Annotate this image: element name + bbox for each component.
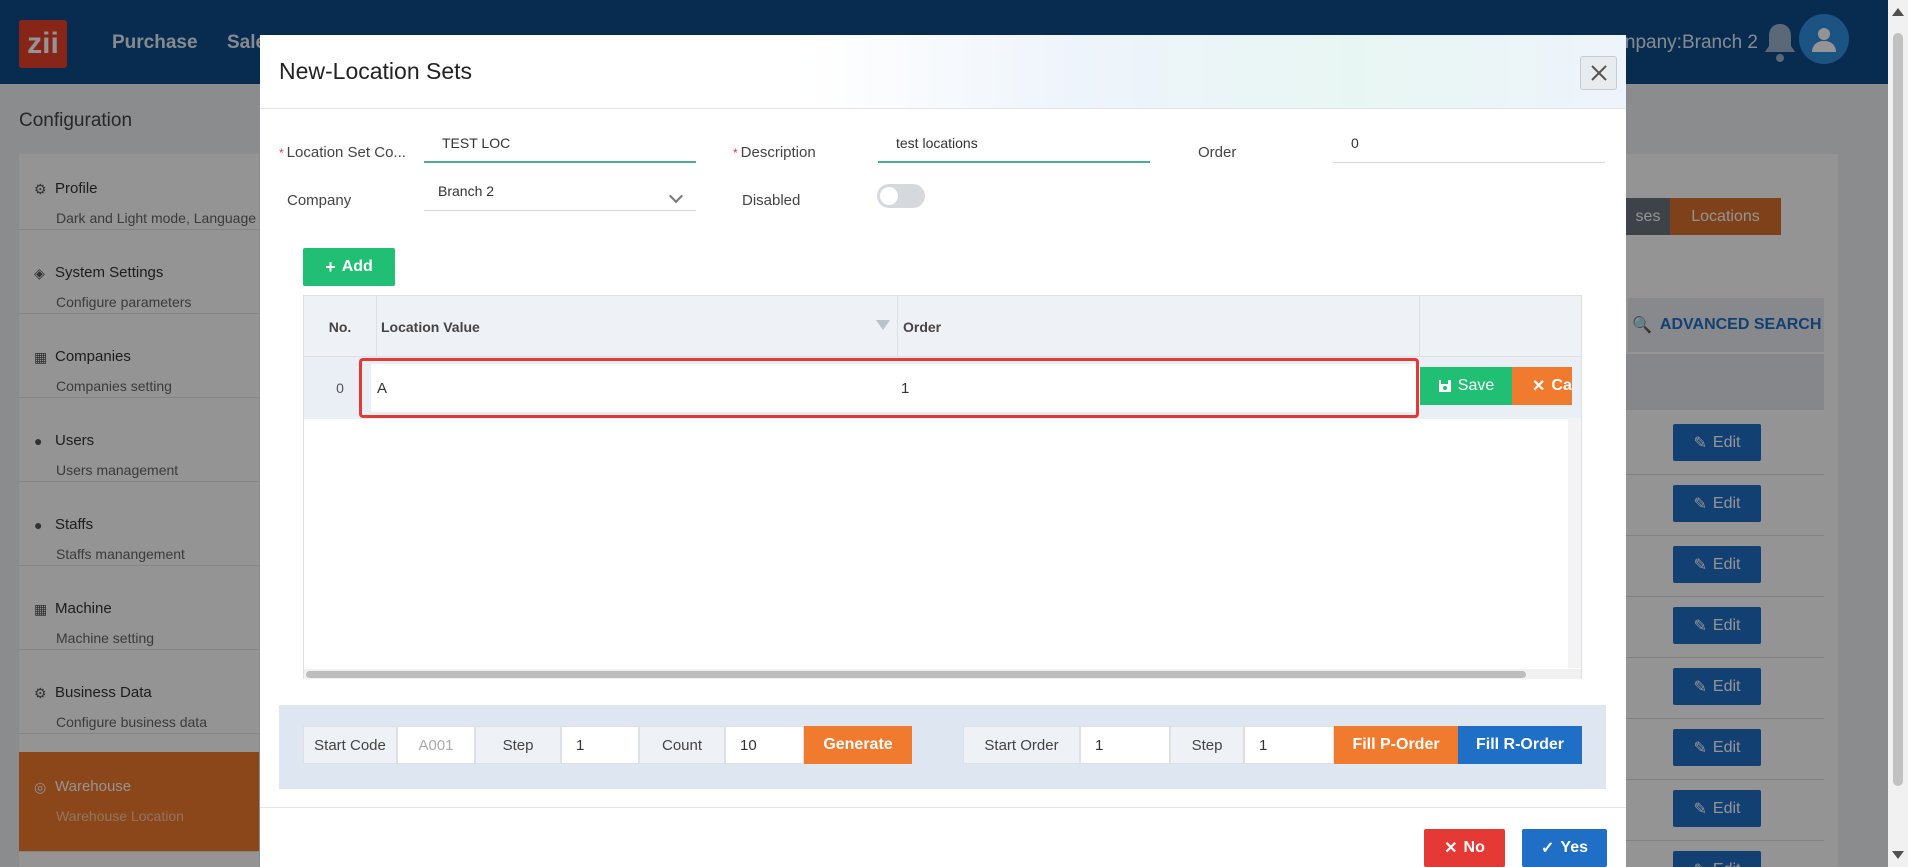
yes-label: Yes <box>1560 839 1588 856</box>
start-code-input[interactable]: A001 <box>397 726 475 764</box>
column-divider <box>376 296 377 357</box>
no-label: No <box>1463 839 1485 856</box>
start-order-label: Start Order <box>963 726 1080 764</box>
toggle-knob <box>880 187 898 205</box>
scroll-down-icon[interactable] <box>1892 851 1904 859</box>
plus-icon: + <box>325 256 336 277</box>
start-order-input[interactable]: 1 <box>1080 726 1170 764</box>
column-divider <box>897 296 898 357</box>
location-set-code-label: * Location Set Co... <box>279 144 406 161</box>
cancel-label: Ca <box>1551 377 1572 394</box>
close-icon: ✕ <box>1532 378 1546 395</box>
scrollbar-thumb[interactable] <box>306 671 1526 678</box>
new-location-sets-dialog: New-Location Sets * Location Set Co... TE… <box>260 35 1626 867</box>
description-input[interactable]: test locations <box>878 133 1150 163</box>
cancel-button[interactable]: ✕ Ca <box>1512 367 1572 405</box>
column-divider <box>1419 296 1420 357</box>
disabled-toggle[interactable] <box>877 184 925 208</box>
location-set-code-input[interactable]: TEST LOC <box>424 133 696 163</box>
company-label: Company <box>287 192 352 209</box>
generator-bar: Start Code A001 Step 1 Count 10 Generate… <box>279 705 1606 789</box>
column-header-order[interactable]: Order <box>903 296 941 357</box>
save-button[interactable]: Save <box>1420 367 1512 405</box>
disabled-label: Disabled <box>742 192 801 209</box>
close-icon: ✕ <box>1444 840 1458 857</box>
grid-vertical-scrollbar[interactable] <box>1568 418 1581 668</box>
dialog-footer-divider <box>260 807 1626 808</box>
location-values-grid: No. Location Value Order 0 A 1 Save ✕ Ca <box>303 295 1582 679</box>
step-order-input[interactable]: 1 <box>1244 726 1334 764</box>
step-label: Step <box>475 726 561 764</box>
page-scrollbar[interactable] <box>1888 0 1908 867</box>
fill-p-order-button[interactable]: Fill P-Order <box>1334 726 1458 764</box>
close-button[interactable] <box>1580 56 1617 90</box>
company-select[interactable]: Branch 2 <box>424 181 696 211</box>
column-header-no[interactable]: No. <box>304 296 376 357</box>
grid-horizontal-scrollbar[interactable] <box>304 669 1581 679</box>
generate-button[interactable]: Generate <box>804 726 912 764</box>
filter-icon[interactable] <box>876 320 890 330</box>
step-input[interactable]: 1 <box>561 726 639 764</box>
column-header-location-value[interactable]: Location Value <box>381 296 480 357</box>
grid-header: No. Location Value Order <box>304 296 1581 357</box>
dialog-header: New-Location Sets <box>260 35 1626 109</box>
save-label: Save <box>1457 377 1495 394</box>
add-button[interactable]: + Add <box>303 248 395 286</box>
fill-r-order-button[interactable]: Fill R-Order <box>1458 726 1582 764</box>
description-label: * Description <box>733 144 816 161</box>
close-icon <box>1590 65 1607 81</box>
save-icon <box>1438 380 1451 392</box>
scroll-up-icon[interactable] <box>1892 8 1904 16</box>
count-input[interactable]: 10 <box>725 726 804 764</box>
scrollbar-thumb[interactable] <box>1893 33 1903 786</box>
check-icon: ✓ <box>1541 840 1555 857</box>
start-code-label: Start Code <box>303 726 397 764</box>
no-button[interactable]: ✕ No <box>1424 829 1505 867</box>
yes-button[interactable]: ✓ Yes <box>1522 829 1607 867</box>
step-order-label: Step <box>1170 726 1244 764</box>
count-label: Count <box>639 726 725 764</box>
order-input[interactable]: 0 <box>1333 133 1605 163</box>
add-label: Add <box>341 258 373 275</box>
edit-row-highlight <box>359 358 1419 418</box>
dialog-title: New-Location Sets <box>279 58 473 84</box>
order-label: Order <box>1198 144 1237 161</box>
